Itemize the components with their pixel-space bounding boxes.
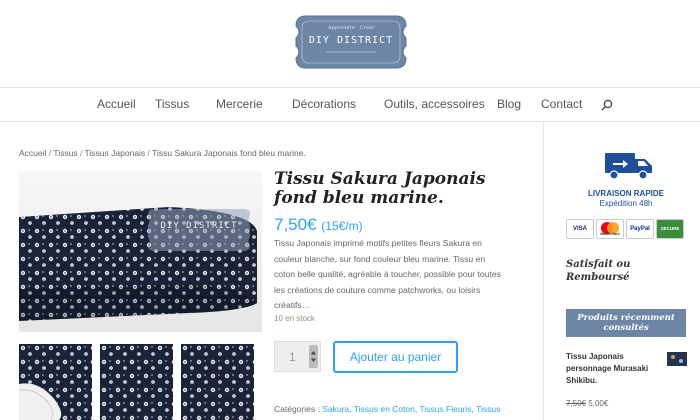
site-logo[interactable]: Apprendre · Créer DIY DISTRICT — [292, 12, 410, 72]
quantity-spinner[interactable] — [309, 345, 318, 368]
visa-icon: VISA — [566, 219, 594, 239]
secure-ssl-icon: SECURE SSL — [656, 219, 684, 249]
breadcrumb: Accueil / Tissus / Tissus Japonais / Tis… — [19, 148, 306, 158]
category-link-coton[interactable]: Tissus en Coton — [354, 404, 415, 414]
product-thumbnail-2[interactable] — [100, 344, 173, 420]
delivery-title: LIVRAISON RAPIDE — [587, 189, 664, 198]
nav-item-mercerie[interactable]: Mercerie — [216, 97, 263, 111]
quantity-value[interactable]: 1 — [289, 350, 296, 364]
main-nav: Accueil Tissus Mercerie Décorations Outi… — [0, 88, 700, 122]
satisfaction-guarantee: Satisfait ou Remboursé — [566, 259, 631, 283]
breadcrumb-current: Tissu Sakura Japonais fond bleu marine. — [152, 148, 306, 158]
price-per-meter: (15€/m) — [321, 219, 363, 233]
delivery-subtitle: Expédition 48h — [599, 199, 653, 208]
delivery-truck-icon — [605, 153, 652, 180]
breadcrumb-accueil[interactable]: Accueil — [19, 148, 46, 158]
search-icon[interactable] — [601, 99, 613, 111]
category-link-sakura[interactable]: Sakura — [322, 404, 349, 414]
nav-item-contact[interactable]: Contact — [541, 97, 582, 111]
logo-text: DIY DISTRICT — [308, 35, 394, 46]
nav-item-outils-accessoires[interactable]: Outils, accessoires — [384, 97, 485, 111]
image-watermark: DIY DISTRICT — [160, 221, 238, 231]
site-header: Apprendre · Créer DIY DISTRICT — [0, 0, 700, 88]
product-description: Tissu Japonais imprimé motifs petites fl… — [274, 238, 501, 310]
stock-status: 10 en stock — [274, 314, 315, 323]
sidebar-divider — [543, 122, 544, 420]
product-categories: Catégories : Sakura, Tissus en Coton, Ti… — [274, 404, 501, 414]
breadcrumb-tissus[interactable]: Tissus — [53, 148, 77, 158]
recent-product-name[interactable]: Tissu Japonais personnage Murasaki Shiki… — [566, 351, 658, 387]
product-thumbnail-1[interactable] — [19, 344, 92, 420]
paypal-icon: PayPal — [626, 219, 654, 239]
recent-product-thumbnail[interactable] — [667, 352, 687, 366]
product-price: 7,50€ (15€/m) — [274, 215, 363, 235]
recent-new-price: 5,00€ — [588, 399, 609, 408]
recent-old-price: 7,50€ — [566, 399, 587, 408]
add-to-cart-button[interactable]: Ajouter au panier — [333, 341, 458, 373]
nav-item-accueil[interactable]: Accueil — [97, 97, 136, 111]
product-main-image[interactable]: DIY DISTRICT — [19, 171, 262, 332]
product-thumbnail-3[interactable] — [181, 344, 254, 420]
mastercard-label: MasterCard — [600, 232, 620, 236]
category-link-tissus[interactable]: Tissus — [476, 404, 500, 414]
price-value: 7,50€ — [274, 215, 317, 234]
spinner-arrows-icon — [311, 351, 316, 362]
nav-item-decorations[interactable]: Décorations — [292, 97, 356, 111]
nav-item-tissus[interactable]: Tissus — [155, 97, 189, 111]
quantity-stepper[interactable]: 1 — [274, 341, 321, 372]
nav-item-blog[interactable]: Blog — [497, 97, 521, 111]
recent-product-price: 7,50€ 5,00€ — [566, 399, 608, 408]
product-title: Tissu Sakura Japonais fond bleu marine. — [274, 169, 486, 208]
mastercard-icon: MasterCard — [596, 219, 624, 239]
logo-tagline: Apprendre · Créer — [327, 25, 375, 31]
breadcrumb-tissus-japonais[interactable]: Tissus Japonais — [85, 148, 146, 158]
categories-label: Catégories : — [274, 404, 320, 414]
category-link-fleuris[interactable]: Tissus Fleuris — [419, 404, 471, 414]
recently-viewed-title: Produits récemment consultés — [566, 309, 686, 337]
